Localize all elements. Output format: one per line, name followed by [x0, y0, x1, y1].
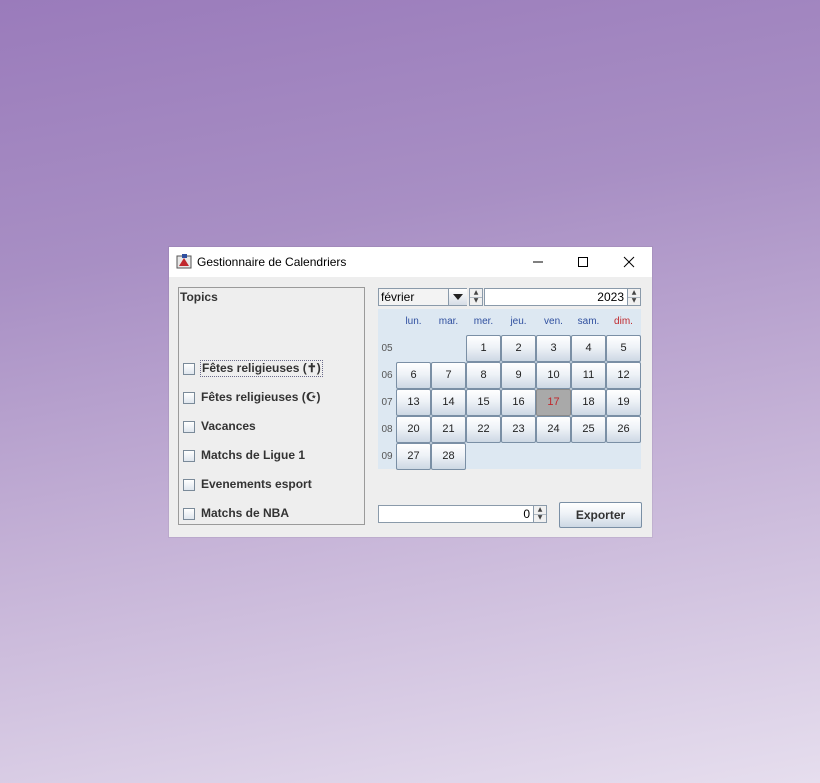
- day-button[interactable]: 23: [501, 416, 536, 443]
- spinner-down-arrow-icon[interactable]: ▼: [534, 514, 546, 522]
- day-button[interactable]: 21: [431, 416, 466, 443]
- day-button[interactable]: 12: [606, 362, 641, 389]
- month-value: février: [381, 290, 415, 304]
- day-button[interactable]: 13: [396, 389, 431, 416]
- minimize-icon: [533, 261, 543, 263]
- checkbox-label: Matchs de NBA: [201, 506, 290, 520]
- day-button[interactable]: 25: [571, 416, 606, 443]
- day-button[interactable]: 10: [536, 362, 571, 389]
- day-button[interactable]: 15: [466, 389, 501, 416]
- day-button[interactable]: 2: [501, 335, 536, 362]
- maximize-button[interactable]: [560, 247, 606, 277]
- week-number: 05: [381, 343, 393, 354]
- day-button[interactable]: 5: [606, 335, 641, 362]
- weekday-header: lun.: [405, 316, 422, 327]
- day-button[interactable]: 7: [431, 362, 466, 389]
- day-button[interactable]: 4: [571, 335, 606, 362]
- dropdown-arrow-button[interactable]: [448, 289, 467, 305]
- day-button[interactable]: 19: [606, 389, 641, 416]
- minimize-button[interactable]: [515, 247, 561, 277]
- checkbox-box[interactable]: [183, 450, 195, 462]
- week-number: 07: [381, 397, 393, 408]
- spinner-down-arrow-icon[interactable]: ▼: [470, 297, 482, 305]
- month-dropdown[interactable]: février: [378, 288, 467, 306]
- checkbox-label: Fêtes religieuses (☪): [201, 390, 321, 404]
- topics-panel: Topics Fêtes religieuses (✝) Fêtes relig…: [178, 287, 365, 525]
- month-spinner[interactable]: ▲ ▼: [469, 288, 483, 306]
- day-button[interactable]: 16: [501, 389, 536, 416]
- day-button[interactable]: 20: [396, 416, 431, 443]
- day-button[interactable]: 3: [536, 335, 571, 362]
- weekday-header: sam.: [577, 316, 600, 327]
- checkbox-box[interactable]: [183, 392, 195, 404]
- week-number: 09: [381, 451, 393, 462]
- day-button[interactable]: 28: [431, 443, 466, 470]
- title-bar[interactable]: Gestionnaire de Calendriers: [169, 247, 652, 277]
- day-button[interactable]: 14: [431, 389, 466, 416]
- calendar-grid: lun. mar. mer. jeu. ven. sam. dim. 05 1 2 3 4 5 06 6 7 8…: [378, 309, 641, 470]
- week-number: 06: [381, 370, 393, 381]
- checkbox-label: Fêtes religieuses (✝): [200, 360, 323, 377]
- year-spinner[interactable]: ▲ ▼: [627, 288, 641, 306]
- window-title: Gestionnaire de Calendriers: [197, 255, 347, 269]
- year-input[interactable]: 2023: [484, 288, 628, 306]
- topics-title: Topics: [180, 290, 218, 304]
- export-button[interactable]: Exporter: [559, 502, 642, 528]
- chevron-down-icon: [453, 294, 463, 300]
- week-number: 08: [381, 424, 393, 435]
- day-button[interactable]: 8: [466, 362, 501, 389]
- checkbox-box[interactable]: [183, 508, 195, 520]
- day-button[interactable]: 22: [466, 416, 501, 443]
- close-button[interactable]: [606, 247, 652, 277]
- day-button[interactable]: 24: [536, 416, 571, 443]
- app-window: Gestionnaire de Calendriers Topics Fêtes…: [169, 247, 652, 537]
- day-button[interactable]: 18: [571, 389, 606, 416]
- checkbox-label: Evenements esport: [201, 477, 312, 491]
- checkbox-label: Matchs de Ligue 1: [201, 448, 306, 462]
- weekday-header: mar.: [438, 316, 459, 327]
- spinner-down-arrow-icon[interactable]: ▼: [628, 297, 640, 305]
- count-input[interactable]: 0: [378, 505, 534, 523]
- day-button[interactable]: 17: [536, 389, 571, 416]
- day-button[interactable]: 6: [396, 362, 431, 389]
- maximize-icon: [578, 257, 588, 267]
- app-icon: [176, 253, 192, 269]
- weekday-header: mer.: [473, 316, 494, 327]
- day-button[interactable]: 1: [466, 335, 501, 362]
- day-button[interactable]: 27: [396, 443, 431, 470]
- day-button[interactable]: 26: [606, 416, 641, 443]
- weekday-header: jeu.: [510, 316, 527, 327]
- weekday-header: dim.: [614, 316, 633, 327]
- year-value: 2023: [597, 290, 624, 304]
- close-icon: [623, 256, 635, 268]
- checkbox-label: Vacances: [201, 419, 256, 433]
- count-spinner[interactable]: ▲ ▼: [533, 505, 547, 523]
- checkbox-box[interactable]: [183, 479, 195, 491]
- count-value: 0: [523, 507, 530, 521]
- day-button[interactable]: 11: [571, 362, 606, 389]
- day-button[interactable]: 9: [501, 362, 536, 389]
- checkbox-box[interactable]: [183, 363, 195, 375]
- weekday-header: ven.: [544, 316, 563, 327]
- checkbox-box[interactable]: [183, 421, 195, 433]
